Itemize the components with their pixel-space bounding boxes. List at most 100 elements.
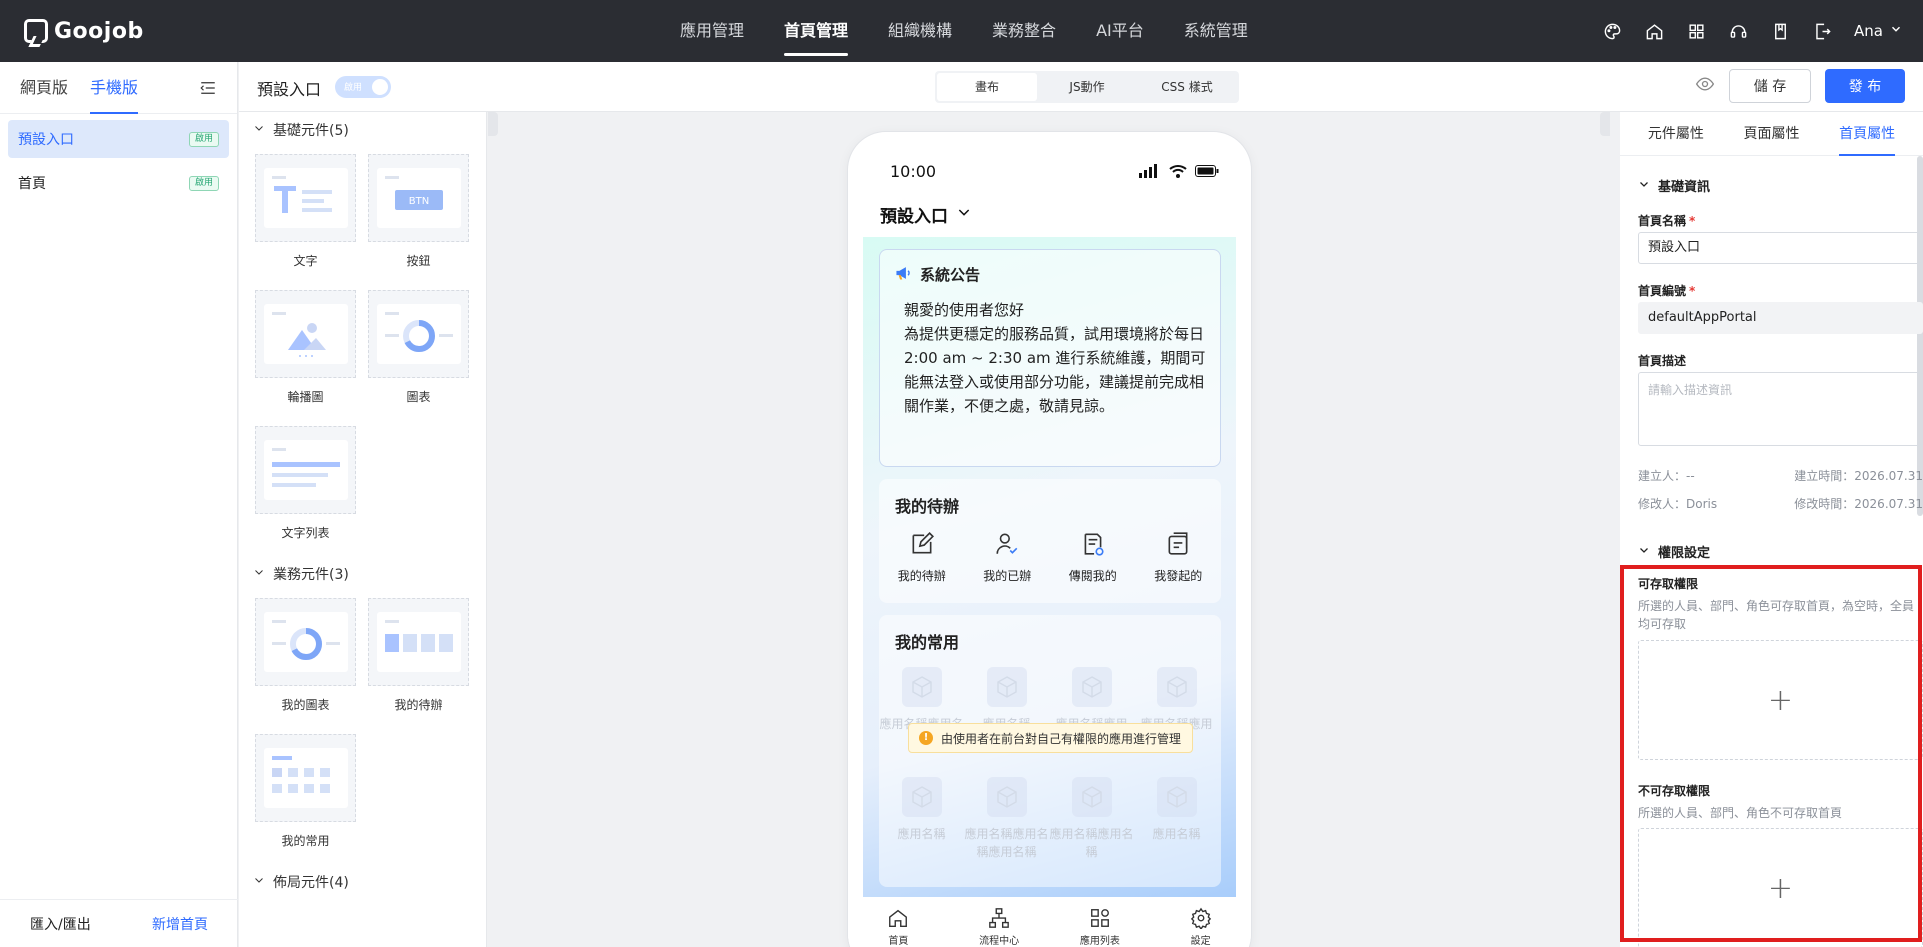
enable-toggle[interactable]: 啟用	[335, 76, 391, 98]
component-carousel[interactable]: 輪播圖	[255, 290, 356, 426]
cube-icon	[901, 667, 942, 707]
palette-icon[interactable]	[1602, 21, 1622, 41]
apps-grid-icon[interactable]	[1686, 21, 1706, 41]
warning-icon: !	[919, 731, 933, 745]
mobile-preview: 10:00 預設入口 系統公告 親愛的使用者您好 為提供更穩定的服務品質，試用環…	[848, 132, 1251, 947]
tab-label: 設定	[1190, 936, 1211, 947]
app-shortcut[interactable]: 應用名稱應用名稱	[1049, 777, 1134, 887]
app-label: 應用名稱	[1152, 827, 1201, 841]
tab-mobile-version[interactable]: 手機版	[90, 62, 139, 114]
component-palette: 基礎元件(5) 文字 BTN 按鈕 輪播圖 圖表 文字列表 業務元件(3) 我的…	[239, 112, 487, 947]
homepage-name-input[interactable]: 預設入口	[1638, 232, 1923, 264]
page-item-default-entry[interactable]: 預設入口 啟用	[8, 120, 229, 158]
app-shortcut[interactable]: 應用名稱應用名稱應用名稱	[964, 777, 1049, 887]
tab-component-properties[interactable]: 元件屬性	[1648, 112, 1704, 156]
add-allowed-members-button[interactable]: +	[1638, 640, 1923, 760]
chevron-down-icon	[956, 204, 972, 225]
todo-shortcut-initiated[interactable]: 我發起的	[1143, 531, 1213, 584]
todo-shortcut-circulated[interactable]: 傳閱我的	[1058, 531, 1128, 584]
scrollbar[interactable]	[1917, 156, 1923, 516]
flow-icon	[989, 908, 1009, 928]
tab-js-actions[interactable]: JS動作	[1037, 73, 1137, 101]
tab-css-styles[interactable]: CSS 樣式	[1137, 73, 1237, 101]
component-my-chart[interactable]: 我的圖表	[255, 598, 356, 734]
homepage-desc-textarea[interactable]: 請輸入描述資訊	[1638, 372, 1923, 446]
tab-app-list[interactable]: 應用列表	[1060, 897, 1140, 947]
support-icon[interactable]	[1728, 21, 1748, 41]
component-thumb	[255, 598, 356, 686]
nav-item-system-management[interactable]: 系統管理	[1164, 0, 1268, 62]
app-shortcut[interactable]: 應用名稱	[879, 777, 964, 887]
battery-icon	[1195, 165, 1219, 181]
section-permission-settings[interactable]: 權限設定	[1638, 542, 1710, 561]
component-my-common[interactable]: 我的常用	[255, 734, 356, 870]
tab-home[interactable]: 首頁	[858, 897, 938, 947]
app-logo[interactable]: Goojob	[24, 17, 144, 45]
portal-name: 預設入口	[880, 207, 948, 227]
cube-icon	[986, 667, 1027, 707]
component-thumb: BTN	[368, 154, 469, 242]
nav-item-app-management[interactable]: 應用管理	[660, 0, 764, 62]
page-item-home[interactable]: 首頁 啟用	[8, 164, 229, 202]
app-shortcut[interactable]: 應用名稱	[1134, 777, 1219, 887]
todo-shortcut-pending[interactable]: 我的待辦	[887, 531, 957, 584]
add-denied-members-button[interactable]: +	[1638, 828, 1923, 947]
page-item-name: 預設入口	[18, 132, 74, 148]
section-basic-info[interactable]: 基礎資訊	[1638, 176, 1710, 195]
export-icon[interactable]	[1812, 21, 1832, 41]
book-icon[interactable]	[1770, 21, 1790, 41]
user-menu[interactable]: Ana	[1854, 22, 1903, 40]
announcement-line: 親愛的使用者您好	[904, 301, 1025, 319]
tab-homepage-properties[interactable]: 首頁屬性	[1839, 112, 1896, 156]
section-basic-components[interactable]: 基礎元件(5)	[239, 112, 486, 148]
nav-item-organization[interactable]: 組織機構	[868, 0, 972, 62]
allow-access-label: 可存取權限	[1638, 577, 1699, 591]
app-shortcut[interactable]: 應用名稱應用	[1049, 667, 1134, 777]
save-button[interactable]: 儲 存	[1729, 69, 1811, 103]
component-label: 我的圖表	[281, 698, 330, 712]
editor-toolbar: 預設入口 啟用 畫布 JS動作 CSS 樣式 儲 存 發 布	[239, 62, 1923, 112]
tab-settings[interactable]: 設定	[1161, 897, 1241, 947]
home-icon[interactable]	[1644, 21, 1664, 41]
phone-content: 系統公告 親愛的使用者您好 為提供更穩定的服務品質，試用環境將於每日2:00 a…	[863, 237, 1236, 897]
wifi-icon	[1169, 164, 1187, 182]
component-my-todo[interactable]: 我的待辦	[368, 598, 469, 734]
left-collapse-handle[interactable]	[488, 112, 498, 136]
tab-label: 首頁	[888, 936, 909, 947]
todo-shortcut-done[interactable]: 我的已辦	[972, 531, 1042, 584]
tab-process-center[interactable]: 流程中心	[959, 897, 1039, 947]
status-icons	[1139, 164, 1219, 182]
component-text-list[interactable]: 文字列表	[255, 426, 356, 562]
tip-text: 由使用者在前台對自己有權限的應用進行管理	[941, 731, 1182, 746]
nav-item-business-integration[interactable]: 業務整合	[972, 0, 1076, 62]
component-label: 按鈕	[406, 254, 431, 268]
right-collapse-handle[interactable]	[1600, 112, 1610, 136]
app-shortcut[interactable]: 應用名稱應用	[1134, 667, 1219, 777]
platform-tabs: 網頁版 手機版	[0, 62, 237, 114]
tab-web-version[interactable]: 網頁版	[20, 62, 68, 114]
component-button[interactable]: BTN 按鈕	[368, 154, 469, 290]
tab-canvas[interactable]: 畫布	[937, 73, 1037, 101]
app-shortcut[interactable]: 應用名稱	[964, 667, 1049, 777]
user-name: Ana	[1854, 22, 1883, 40]
publish-button[interactable]: 發 布	[1825, 69, 1905, 103]
component-thumb	[255, 154, 356, 242]
collapse-menu-icon[interactable]	[199, 79, 217, 97]
nav-item-homepage-management[interactable]: 首頁管理	[764, 0, 868, 62]
page-title: 預設入口	[257, 80, 322, 99]
deny-access-description: 所選的人員、部門、角色不可存取首頁	[1638, 806, 1843, 820]
app-shortcut[interactable]: 應用名稱應用名稱	[879, 667, 964, 777]
preview-eye-icon[interactable]	[1695, 74, 1715, 98]
nav-item-ai-platform[interactable]: AI平台	[1076, 0, 1164, 62]
tab-page-properties[interactable]: 頁面屬性	[1743, 112, 1799, 156]
editor-mode-switch: 畫布 JS動作 CSS 樣式	[935, 71, 1239, 103]
import-export-button[interactable]: 匯入/匯出	[30, 914, 91, 934]
portal-selector[interactable]: 預設入口	[880, 202, 972, 227]
common-apps-grid: 應用名稱應用名稱 應用名稱 應用名稱應用 應用名稱應用 應用名稱 應用名稱應用名…	[879, 667, 1221, 887]
component-chart[interactable]: 圖表	[368, 290, 469, 426]
document-view-icon	[1084, 533, 1104, 556]
modification-meta: 修改人：Doris 修改時間：2026.07.31	[1638, 495, 1923, 512]
component-text[interactable]: 文字	[255, 154, 356, 290]
logo-text: Goojob	[54, 18, 144, 44]
add-page-button[interactable]: 新增首頁	[152, 914, 208, 934]
